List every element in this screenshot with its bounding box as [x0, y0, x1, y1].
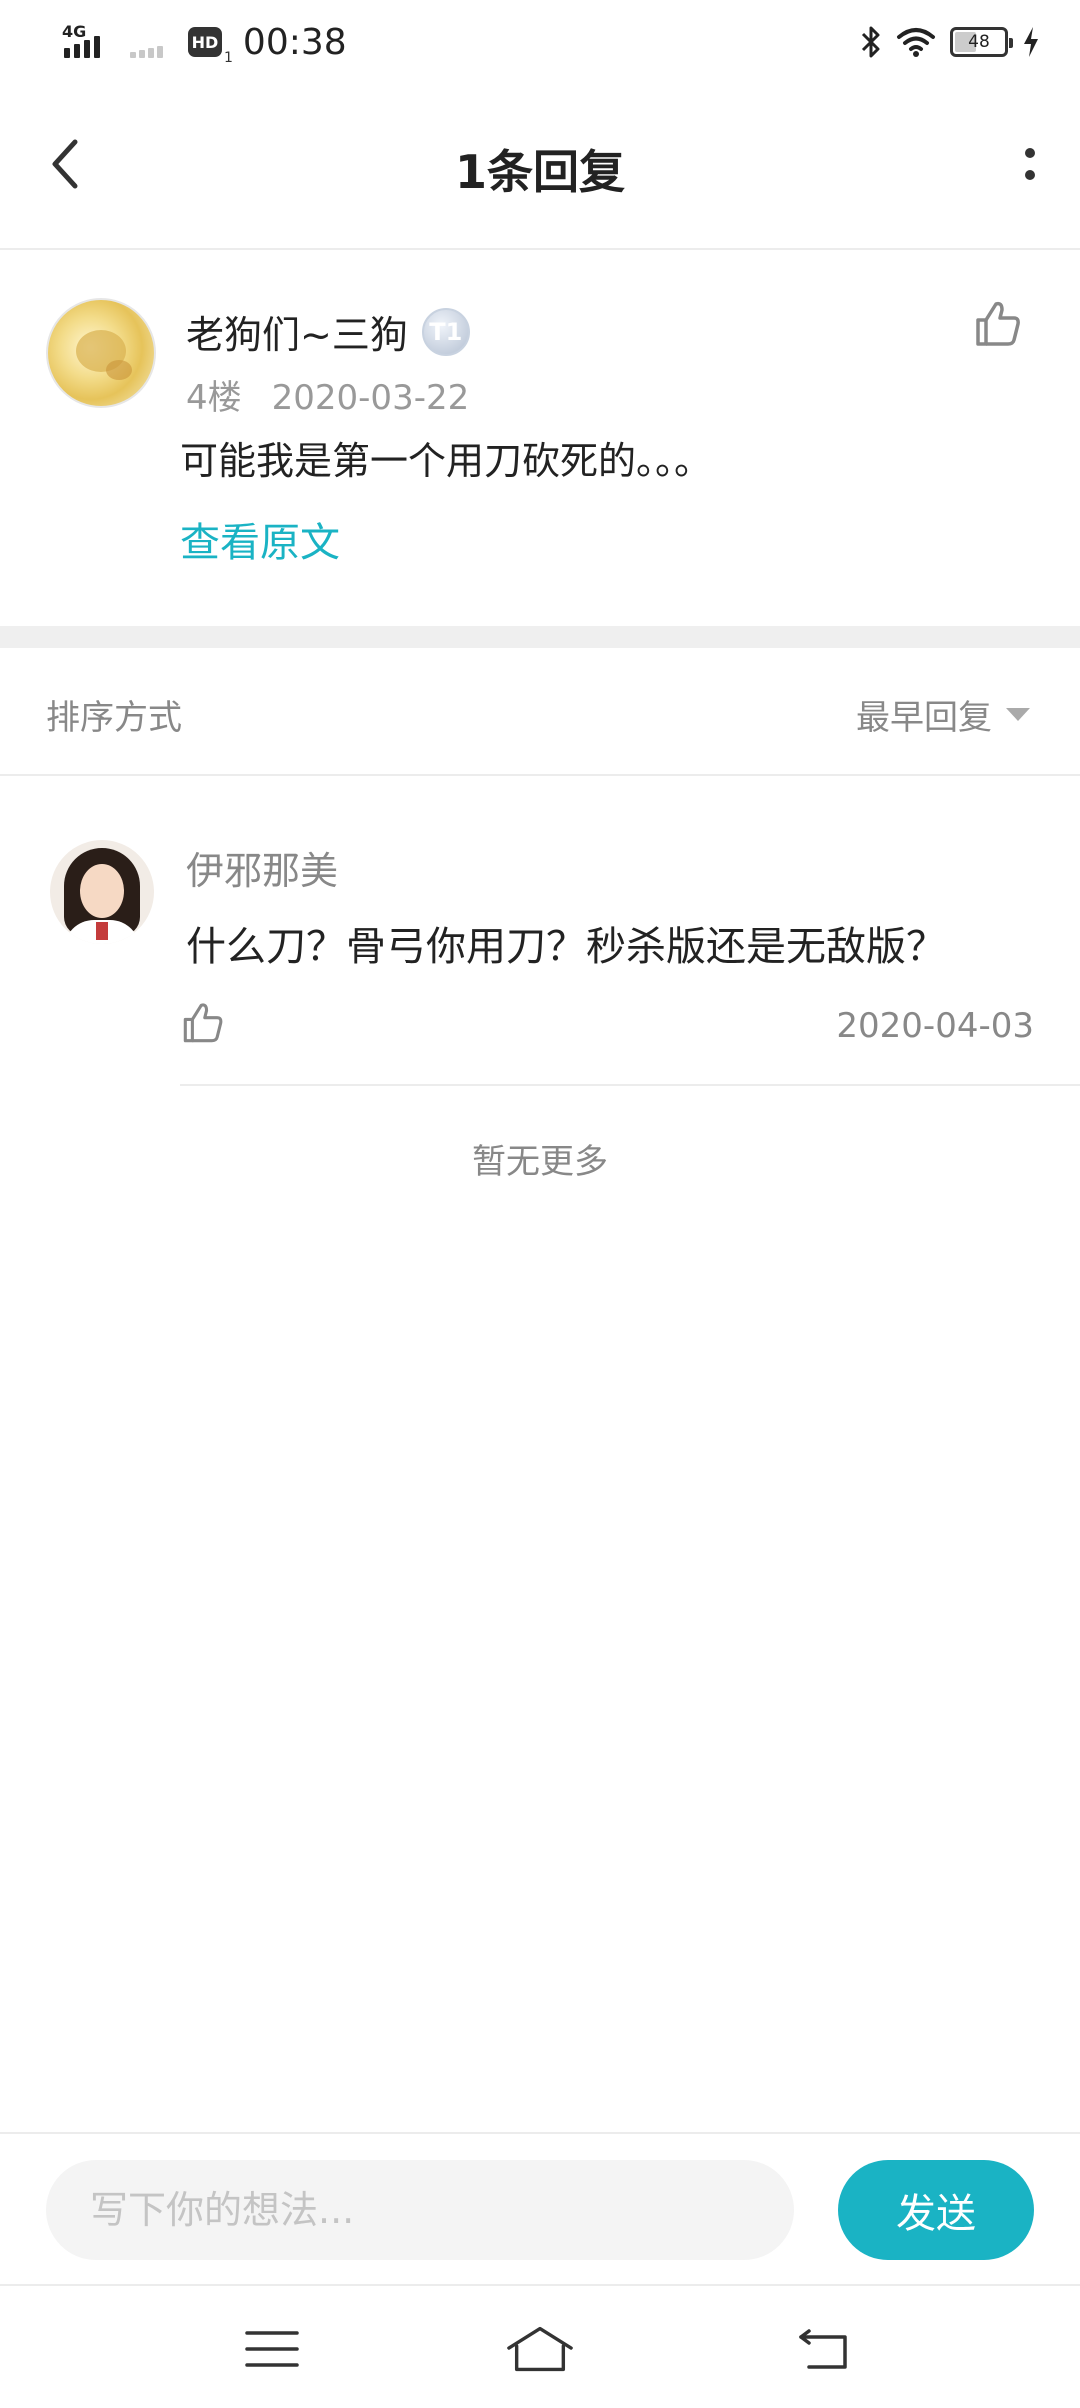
status-right: 48	[860, 18, 1040, 66]
battery-icon: 48	[950, 27, 1013, 57]
post-date: 2020-03-22	[271, 378, 470, 418]
post-meta: 4楼 2020-03-22	[186, 370, 469, 419]
send-button[interactable]: 发送	[838, 2160, 1034, 2260]
charging-bolt-icon	[1024, 27, 1038, 57]
bluetooth-icon	[861, 26, 880, 58]
thumbs-up-icon	[183, 1003, 223, 1043]
system-back-button[interactable]	[790, 2314, 860, 2384]
original-comment: 老狗们~三狗 T1 4楼 2020-03-22 可能我是第一个用刀砍死的。。。 查…	[0, 252, 1080, 626]
reply-content: 什么刀？骨弓你用刀？秒杀版还是无敌版？	[186, 924, 946, 970]
status-bar: 4G HD 1 00:38 48	[0, 0, 1080, 84]
hd-voice-icon: HD	[188, 27, 222, 57]
post-content: 可能我是第一个用刀砍死的。。。	[180, 439, 713, 483]
menu-icon	[245, 2331, 299, 2367]
back-arrow-icon	[799, 2329, 847, 2369]
more-options-button[interactable]	[1000, 124, 1060, 204]
post-floor: 4楼	[186, 378, 242, 418]
vertical-dots-icon	[1025, 148, 1035, 158]
sort-label: 排序方式	[46, 698, 182, 738]
home-icon	[507, 2326, 573, 2372]
system-home-button[interactable]	[505, 2314, 575, 2384]
top-nav-bar: 1条回复	[0, 84, 1080, 250]
reply-date: 2020-04-03	[836, 1006, 1034, 1046]
caret-down-icon	[1006, 708, 1030, 721]
wifi-icon	[897, 28, 935, 57]
battery-level: 48	[968, 32, 990, 52]
comment-composer: 发送	[0, 2132, 1080, 2284]
reply-like-button[interactable]	[180, 1000, 226, 1046]
view-original-link[interactable]: 查看原文	[180, 510, 340, 568]
thumbs-up-icon	[976, 301, 1020, 346]
comment-input[interactable]	[46, 2160, 794, 2260]
sort-order-dropdown[interactable]: 最早回复	[856, 690, 1030, 739]
no-more-label: 暂无更多	[472, 1142, 608, 1182]
network-type-label: 4G	[62, 22, 87, 41]
reply-item: 伊邪那美 什么刀？骨弓你用刀？秒杀版还是无敌版？ 2020-04-03	[0, 778, 1080, 1086]
hd-sub-label: 1	[224, 50, 233, 66]
reply-author-name[interactable]: 伊邪那美	[186, 840, 338, 895]
level-badge-icon: T1	[421, 307, 470, 356]
system-menu-button[interactable]	[237, 2314, 307, 2384]
page-title: 1条回复	[454, 145, 625, 199]
section-divider	[0, 626, 1080, 648]
cell-signal-2-icon	[130, 22, 170, 62]
post-like-button[interactable]	[972, 298, 1024, 350]
system-nav-bar	[0, 2284, 1080, 2408]
avatar[interactable]	[50, 840, 154, 944]
sort-selected-value: 最早回复	[856, 698, 992, 738]
avatar[interactable]	[46, 298, 156, 408]
post-author-name: 老狗们~三狗	[186, 313, 408, 357]
divider	[180, 1084, 1080, 1086]
sort-bar: 排序方式 最早回复	[0, 648, 1080, 776]
status-left: 4G HD 1 00:38	[62, 18, 347, 67]
clock: 00:38	[242, 21, 347, 63]
post-author[interactable]: 老狗们~三狗 T1	[186, 304, 470, 359]
cell-signal-icon: 4G	[62, 22, 112, 62]
